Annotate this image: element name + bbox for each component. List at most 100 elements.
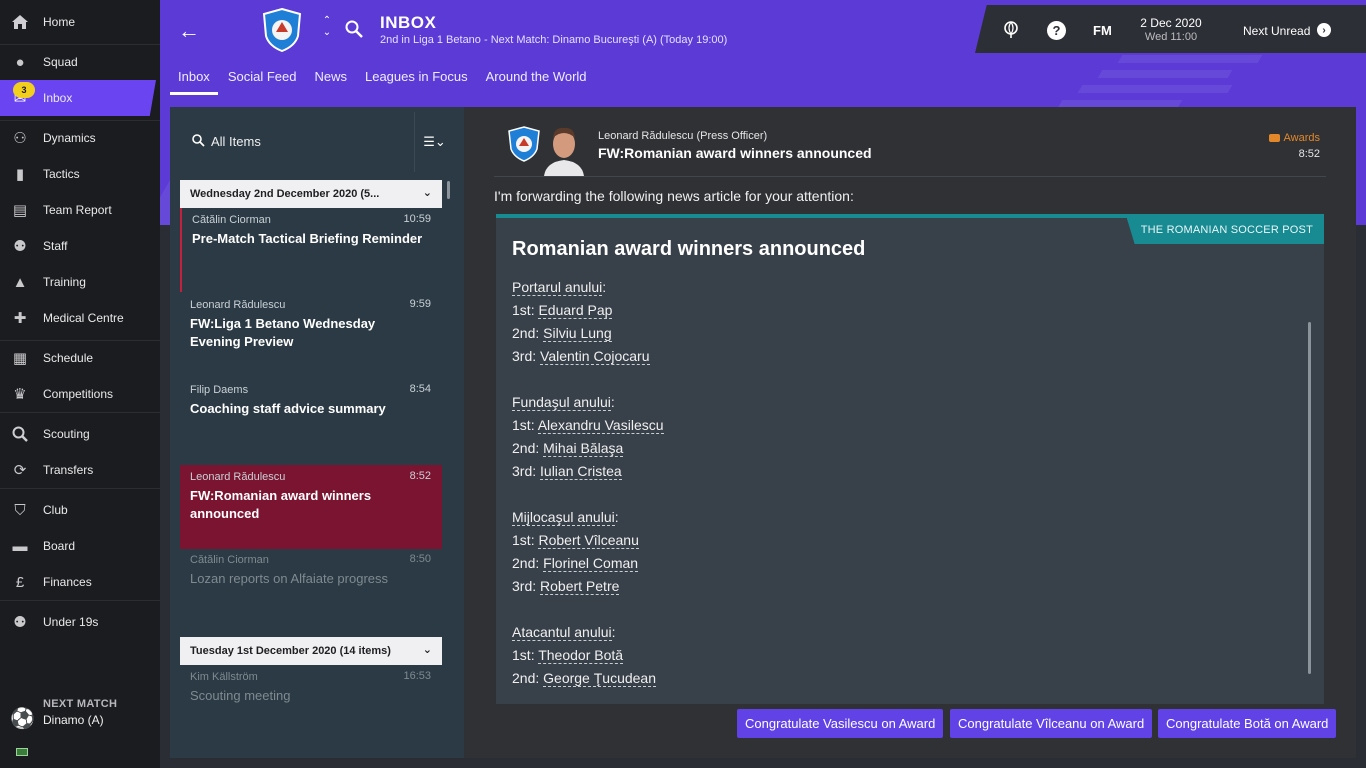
list-item[interactable]: Filip Daems 8:54 Coaching staff advice s…: [180, 378, 442, 462]
tab-inbox[interactable]: Inbox: [170, 69, 218, 95]
award-rank: 2nd: [512, 670, 536, 686]
tag-label: Awards: [1283, 132, 1320, 144]
medical-icon: ✚: [13, 310, 27, 327]
list-item[interactable]: Cătălin Ciorman 8:50 Lozan reports on Al…: [180, 548, 442, 618]
player-link[interactable]: Mihai Bălaşa: [543, 440, 624, 457]
unread-badge: 3: [13, 82, 35, 98]
transfer-icon: ⟳: [13, 462, 27, 479]
money-icon: £: [15, 573, 25, 591]
player-link[interactable]: Robert Petre: [540, 578, 620, 595]
sidebar-item-label: Competitions: [43, 387, 114, 401]
back-arrow-icon[interactable]: ←: [178, 18, 200, 44]
club-crest-icon: [262, 8, 302, 52]
globe-icon[interactable]: [1003, 21, 1019, 39]
trophy-icon: ♛: [13, 386, 27, 403]
sidebar-item-label: Schedule: [43, 351, 94, 365]
fm-logo[interactable]: FM: [1093, 23, 1112, 38]
player-link[interactable]: Valentin Cojocaru: [540, 348, 650, 365]
sidebar-item-label: Inbox: [43, 91, 73, 105]
sidebar-item-scouting[interactable]: Scouting: [0, 416, 160, 452]
chevron-right-icon[interactable]: ›: [1317, 23, 1331, 37]
player-link[interactable]: Iulian Cristea: [540, 463, 622, 480]
list-item[interactable]: Cătălin Ciorman 10:59 Pre-Match Tactical…: [180, 208, 442, 292]
sidebar-item-transfers[interactable]: ⟳ Transfers: [0, 452, 160, 488]
player-link[interactable]: Eduard Pap: [538, 302, 613, 319]
football-icon: ⚽: [10, 708, 35, 730]
award-rank: 1st: [512, 302, 531, 318]
shield-icon: ⛉: [14, 501, 26, 519]
player-link[interactable]: Theodor Botă: [538, 647, 624, 664]
message-subject: Coaching staff advice summary: [190, 401, 386, 416]
sidebar-item-board[interactable]: ▬ Board: [0, 528, 160, 564]
sidebar-item-squad[interactable]: ● Squad: [0, 44, 160, 80]
award-rank: 2nd: [512, 325, 536, 341]
search-icon: [192, 134, 205, 147]
sidebar-item-under-19s[interactable]: ⚉ Under 19s: [0, 604, 160, 640]
sidebar-item-finances[interactable]: £ Finances: [0, 564, 160, 600]
player-link[interactable]: Florinel Coman: [543, 555, 639, 572]
tab-news[interactable]: News: [306, 69, 355, 95]
sidebar-item-dynamics[interactable]: ⚇ Dynamics: [0, 120, 160, 156]
tag-icon: [1268, 134, 1280, 143]
award-heading: Mijlocaşul anului: [512, 509, 615, 526]
article-source: THE ROMANIAN SOCCER POST: [1126, 218, 1324, 244]
player-link[interactable]: Alexandru Vasilescu: [537, 417, 664, 434]
list-item[interactable]: Leonard Rădulescu 9:59 FW:Liga 1 Betano …: [180, 293, 442, 377]
tab-around-the-world[interactable]: Around the World: [478, 69, 595, 95]
next-match-opponent: Dinamo (A): [43, 713, 104, 727]
sidebar-item-schedule[interactable]: ▦ Schedule: [0, 340, 160, 376]
message-sender: Cătălin Ciorman: [192, 214, 271, 226]
group-header-today[interactable]: Wednesday 2nd December 2020 (5... ⌄: [180, 180, 442, 208]
sidebar: Home ● Squad ✉ 3 Inbox ⚇ Dynamics ▮ Tact…: [0, 0, 160, 768]
current-date: 2 Dec 2020: [1140, 16, 1202, 30]
sidebar-item-home[interactable]: Home: [0, 4, 160, 40]
message-sender: Kim Källström: [190, 671, 258, 683]
message-sender: Leonard Rădulescu (Press Officer): [598, 130, 768, 142]
sidebar-item-medical-centre[interactable]: ✚ Medical Centre: [0, 300, 160, 336]
sidebar-item-tactics[interactable]: ▮ Tactics: [0, 156, 160, 192]
sidebar-item-inbox[interactable]: ✉ 3 Inbox: [0, 80, 156, 116]
group-title: Wednesday 2nd December 2020 (5...: [190, 188, 380, 200]
message-category-tag[interactable]: Awards: [1268, 132, 1320, 144]
article-body: Portarul anului: 1st: Eduard Pap 2nd: Si…: [512, 279, 664, 687]
article-scrollbar[interactable]: [1308, 322, 1311, 674]
sidebar-item-club[interactable]: ⛉ Club: [0, 492, 160, 528]
article-title: Romanian award winners announced: [512, 238, 866, 260]
congratulate-vilceanu-button[interactable]: Congratulate Vîlceanu on Award: [950, 709, 1153, 738]
sidebar-item-training[interactable]: ▲ Training: [0, 264, 160, 300]
player-link[interactable]: Silviu Lung: [543, 325, 612, 342]
tab-leagues-in-focus[interactable]: Leagues in Focus: [357, 69, 476, 95]
sidebar-item-staff[interactable]: ⚉ Staff: [0, 228, 160, 264]
message-intro: I'm forwarding the following news articl…: [494, 188, 854, 204]
sidebar-item-team-report[interactable]: ▤ Team Report: [0, 192, 160, 228]
page-subtitle: 2nd in Liga 1 Betano - Next Match: Dinam…: [380, 34, 728, 46]
dynamics-icon: ⚇: [13, 130, 27, 147]
tab-social-feed[interactable]: Social Feed: [220, 69, 305, 95]
sidebar-item-competitions[interactable]: ♛ Competitions: [0, 376, 160, 412]
tactics-icon: ▮: [15, 166, 25, 183]
congratulate-vasilescu-button[interactable]: Congratulate Vasilescu on Award: [737, 709, 944, 738]
calendar-icon: ▦: [12, 350, 28, 367]
sidebar-item-label: Under 19s: [43, 615, 99, 629]
u19-icon: ⚉: [13, 614, 27, 631]
message-subject: Scouting meeting: [190, 688, 291, 703]
next-match-widget[interactable]: ⚽ NEXT MATCH Dinamo (A): [0, 688, 160, 738]
player-link[interactable]: Robert Vîlceanu: [538, 532, 639, 549]
player-link[interactable]: George Ţucudean: [543, 670, 656, 687]
sidebar-item-label: Training: [43, 275, 86, 289]
sidebar-item-label: Team Report: [43, 203, 112, 217]
prev-next-arrows[interactable]: ⌃ ⌄: [320, 15, 334, 39]
next-unread-button[interactable]: Next Unread: [1243, 24, 1310, 38]
help-icon[interactable]: ?: [1047, 21, 1066, 40]
inbox-search[interactable]: All Items: [180, 112, 414, 172]
congratulate-bota-button[interactable]: Congratulate Botă on Award: [1158, 709, 1337, 738]
search-icon[interactable]: [345, 20, 363, 38]
news-article: THE ROMANIAN SOCCER POST Romanian award …: [496, 214, 1324, 704]
list-item[interactable]: Kim Källström 16:53 Scouting meeting: [180, 665, 442, 715]
list-item-selected[interactable]: Leonard Rădulescu 8:52 FW:Romanian award…: [180, 465, 442, 549]
filter-menu-button[interactable]: ☰⌄: [414, 112, 454, 172]
group-header-yesterday[interactable]: Tuesday 1st December 2020 (14 items) ⌄: [180, 637, 442, 665]
list-scrollbar[interactable]: [447, 181, 450, 199]
message-time: 8:52: [409, 470, 431, 482]
chevron-down-icon: ⌄: [422, 644, 432, 656]
